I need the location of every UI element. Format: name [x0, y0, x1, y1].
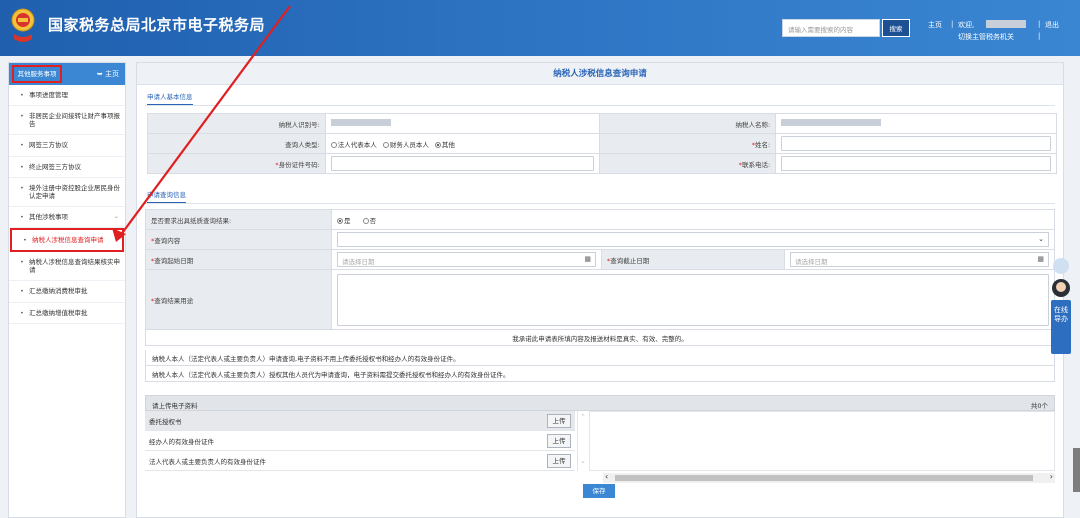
- annotation-arrow: [112, 5, 291, 242]
